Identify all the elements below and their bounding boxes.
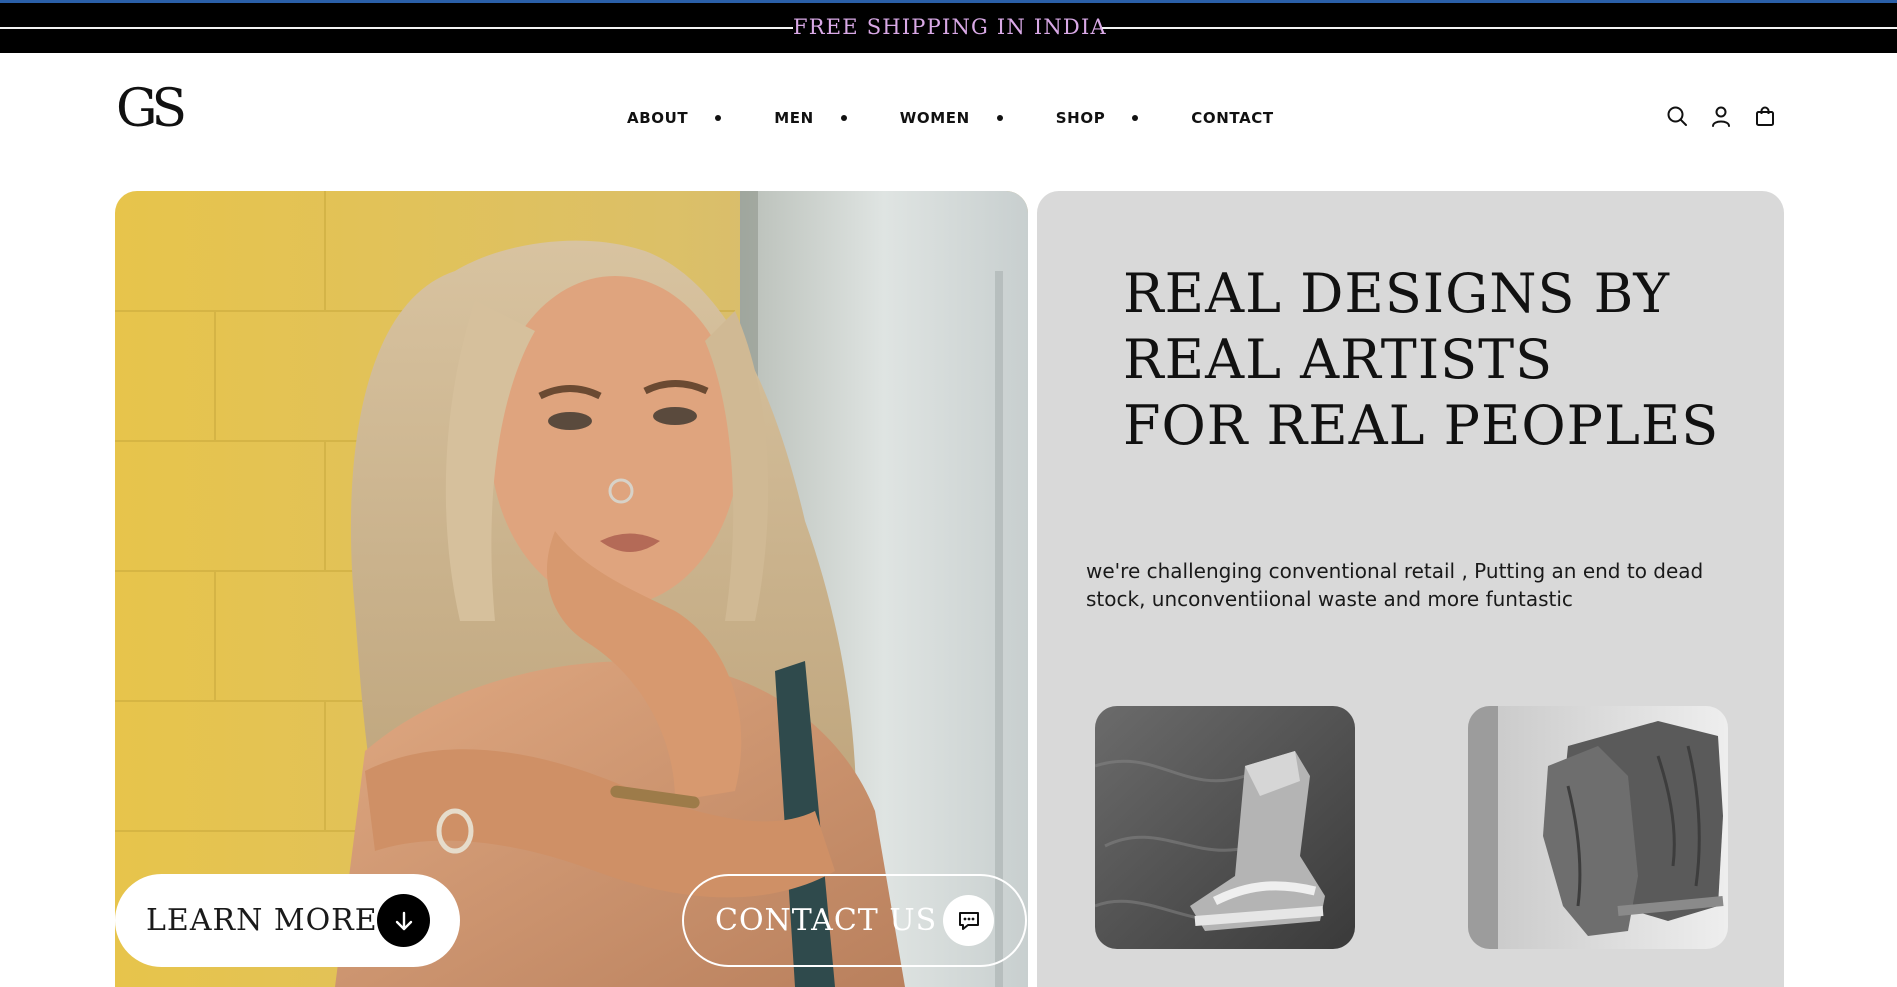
nav-women[interactable]: WOMEN	[900, 109, 970, 127]
hero-headline: REAL DESIGNS BY REAL ARTISTS FOR REAL PE…	[1123, 261, 1763, 459]
announcement-bar: FREE SHIPPING IN INDIA	[0, 0, 1897, 53]
logo[interactable]: GS	[116, 83, 187, 135]
headline-line: FOR REAL PEOPLES	[1123, 394, 1720, 457]
hero-model-photo	[115, 191, 1028, 987]
cart-bag-icon[interactable]	[1752, 103, 1778, 129]
header-icons	[1664, 103, 1778, 129]
learn-more-label: LEARN MORE	[146, 903, 378, 938]
search-icon[interactable]	[1664, 103, 1690, 129]
nav-shop[interactable]: SHOP	[1056, 109, 1106, 127]
announcement-text: FREE SHIPPING IN INDIA	[793, 15, 1107, 39]
arrow-down-icon	[377, 894, 430, 947]
account-icon[interactable]	[1708, 103, 1734, 129]
nav-separator-dot	[1132, 115, 1139, 121]
sneaker-thumbnail-high-top[interactable]	[1095, 706, 1355, 949]
announcement-rule-left	[0, 27, 793, 29]
hero-subcopy: we're challenging conventional retail , …	[1086, 559, 1704, 611]
hero-copy-panel: REAL DESIGNS BY REAL ARTISTS FOR REAL PE…	[1037, 191, 1784, 987]
site-header: GS ABOUT MEN WOMEN SHOP CONTACT	[0, 53, 1897, 186]
nav-men[interactable]: MEN	[774, 109, 814, 127]
contact-us-button[interactable]: CONTACT US	[682, 874, 1027, 967]
nav-contact[interactable]: CONTACT	[1191, 109, 1273, 127]
hero-photo-panel: LEARN MORE CONTACT US	[115, 191, 1028, 987]
contact-us-label: CONTACT US	[715, 903, 938, 938]
nav-separator-dot	[715, 115, 722, 121]
headline-line: REAL ARTISTS	[1123, 328, 1554, 391]
main-nav: ABOUT MEN WOMEN SHOP CONTACT	[627, 105, 1274, 131]
headline-line: REAL DESIGNS BY	[1123, 262, 1671, 325]
nav-about[interactable]: ABOUT	[627, 109, 688, 127]
announcement-rule-right	[1102, 27, 1897, 29]
nav-separator-dot	[996, 115, 1003, 121]
nav-separator-dot	[840, 115, 847, 121]
chat-bubble-icon	[943, 895, 994, 946]
learn-more-button[interactable]: LEARN MORE	[115, 874, 460, 967]
sneaker-thumbnail-runner[interactable]	[1468, 706, 1728, 949]
